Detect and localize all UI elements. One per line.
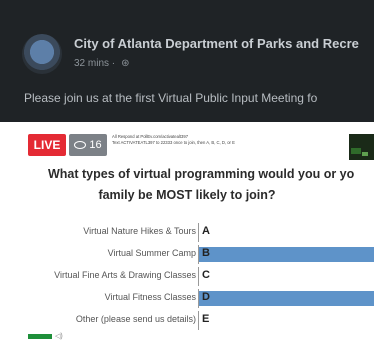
poll-option-letter: E — [202, 313, 210, 325]
poll-option-label: Virtual Summer Camp — [107, 248, 196, 258]
live-video[interactable]: LIVE 16 All Respond at PollEv.com/activa… — [0, 122, 374, 343]
poll-option: Virtual Summer Camp B — [0, 245, 374, 264]
poll-option-letter: B — [202, 247, 210, 259]
presenter-thumbnail — [349, 134, 374, 160]
poll-option-bar — [198, 291, 374, 306]
poll-option-divider — [198, 267, 199, 286]
poll-question: What types of virtual programming would … — [0, 164, 374, 206]
viewer-count-badge: 16 — [69, 134, 107, 156]
post-timestamp[interactable]: 32 mins · ⊛ — [74, 58, 130, 69]
poll-instructions: All Respond at PollEv.com/activatealt397… — [112, 134, 235, 146]
poll-option-letter: D — [202, 291, 210, 303]
page-avatar[interactable] — [22, 34, 62, 74]
page-name-link[interactable]: City of Atlanta Department of Parks and … — [74, 36, 359, 51]
poll-option-label: Virtual Fine Arts & Drawing Classes — [54, 270, 196, 280]
poll-option: Virtual Fitness Classes D — [0, 289, 374, 308]
poll-question-line2: family be MOST likely to join? — [98, 188, 276, 202]
poll-question-line1: What types of virtual programming would … — [48, 167, 355, 181]
audio-level-bar — [28, 334, 52, 339]
poll-option-label: Virtual Nature Hikes & Tours — [83, 226, 196, 236]
post-time: 32 mins · — [74, 58, 116, 69]
poll-option-letter: A — [202, 225, 210, 237]
poll-option-divider — [198, 311, 199, 330]
globe-icon: ⊛ — [121, 58, 130, 69]
poll-option-divider — [198, 223, 199, 242]
poll-option-bar — [198, 247, 374, 262]
poll-option: Virtual Fine Arts & Drawing Classes C — [0, 267, 374, 286]
poll-option-letter: C — [202, 269, 210, 281]
poll-option-label: Virtual Fitness Classes — [104, 292, 196, 302]
poll-option-divider — [198, 289, 199, 308]
viewer-count: 16 — [89, 139, 102, 151]
poll-option-divider — [198, 245, 199, 264]
post-text: Please join us at the first Virtual Publ… — [24, 91, 318, 105]
poll-option: Other (please send us details) E — [0, 311, 374, 330]
poll-option: Virtual Nature Hikes & Tours A — [0, 223, 374, 242]
live-badge: LIVE — [28, 134, 66, 156]
poll-instruction-line2: Text ACTIVATEATL397 to 22333 once to joi… — [112, 140, 235, 145]
eye-icon — [74, 141, 87, 150]
post-header: City of Atlanta Department of Parks and … — [0, 0, 374, 122]
speaker-icon: ◁) — [55, 333, 63, 340]
poll-option-label: Other (please send us details) — [75, 314, 196, 324]
